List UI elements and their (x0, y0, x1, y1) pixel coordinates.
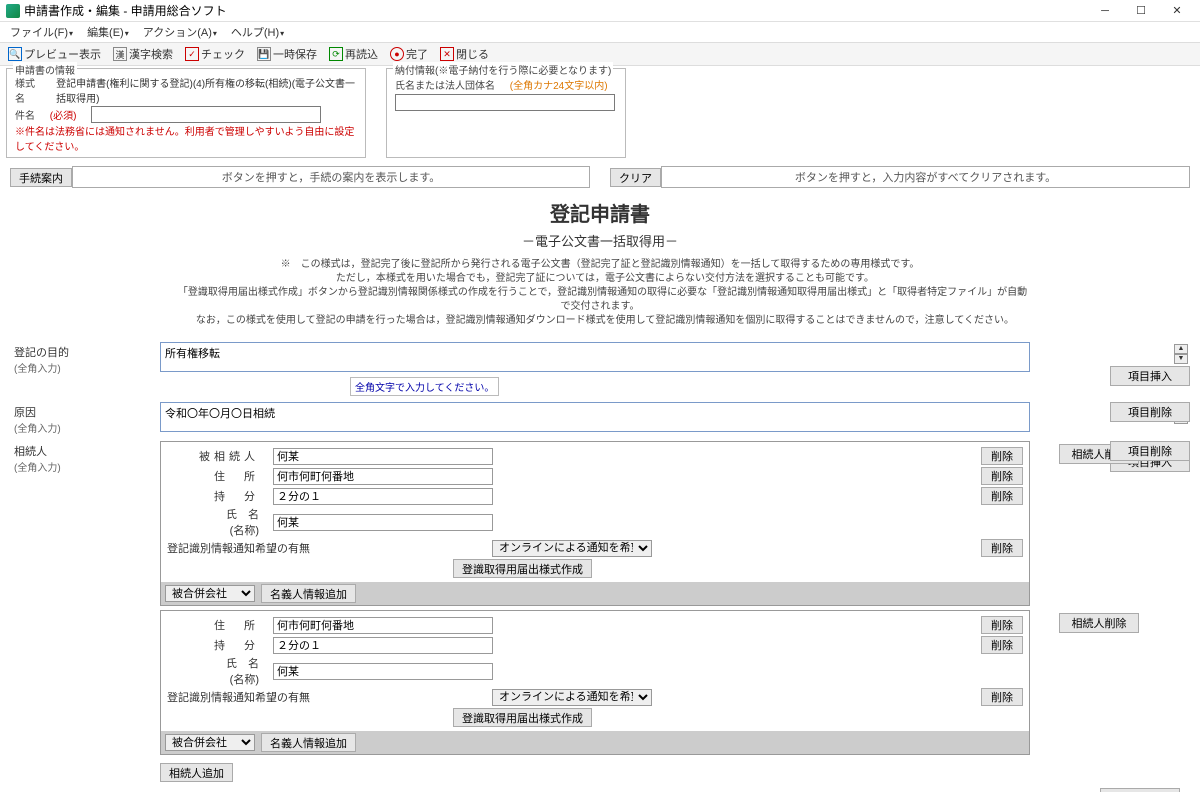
merge-select[interactable]: 被合併会社 (165, 734, 255, 751)
share-input[interactable] (273, 488, 493, 505)
menu-action[interactable]: アクション(A)▾ (137, 22, 223, 42)
name-input[interactable] (273, 514, 493, 531)
menu-help[interactable]: ヘルプ(H)▾ (225, 22, 290, 42)
insert-item-button[interactable]: 項目挿入 (1110, 366, 1190, 386)
addr-input[interactable] (273, 468, 493, 485)
menu-file[interactable]: ファイル(F)▾ (4, 22, 79, 42)
name-input[interactable] (273, 663, 493, 680)
document-subtitle: －電子公文書一括取得用－ (10, 231, 1190, 250)
kanji-search-button[interactable]: 漢漢字検索 (109, 45, 177, 63)
delete-item-button[interactable]: 項目削除 (1110, 402, 1190, 422)
clear-button[interactable]: クリア (610, 168, 661, 187)
purpose-textarea[interactable] (160, 342, 1030, 372)
heir-card-2: 相続人削除 住 所削除 持 分削除 氏 名(名称) 登記識別情報通知希望の有無オ… (160, 610, 1030, 755)
preview-button[interactable]: 🔍プレビュー表示 (4, 45, 105, 63)
close-button[interactable]: ✕閉じる (436, 45, 493, 63)
reload-button[interactable]: ⟳再読込 (325, 45, 382, 63)
maximize-button[interactable]: ☐ (1124, 1, 1158, 21)
app-icon (6, 4, 20, 18)
row-delete-button[interactable]: 削除 (981, 467, 1023, 485)
complete-button[interactable]: ●完了 (386, 45, 432, 63)
insert-item-button[interactable]: 項目挿入 (1100, 788, 1180, 792)
row-delete-button[interactable]: 削除 (981, 616, 1023, 634)
delete-item-button[interactable]: 項目削除 (1110, 441, 1190, 461)
row-delete-button[interactable]: 削除 (981, 539, 1023, 557)
row-delete-button[interactable]: 削除 (981, 636, 1023, 654)
application-info-box: 申請書の情報 様式名 登記申請書(権利に関する登記)(4)所有権の移転(相続)(… (6, 68, 366, 158)
payment-info-box: 納付情報(※電子納付を行う際に必要となります) 氏名または法人団体名 (全角カナ… (386, 68, 626, 158)
row-delete-button[interactable]: 削除 (981, 487, 1023, 505)
addr-input[interactable] (273, 617, 493, 634)
spin-down[interactable]: ▼ (1174, 354, 1188, 364)
form-create-button[interactable]: 登識取得用届出様式作成 (453, 708, 592, 727)
notice-select[interactable]: オンラインによる通知を希望する (492, 540, 652, 557)
check-button[interactable]: ✓チェック (181, 45, 249, 63)
row-delete-button[interactable]: 削除 (981, 688, 1023, 706)
notice-select[interactable]: オンラインによる通知を希望する (492, 689, 652, 706)
party-name-input[interactable] (395, 94, 615, 111)
cause-textarea[interactable] (160, 402, 1030, 432)
guide-button[interactable]: 手続案内 (10, 168, 72, 187)
close-window-button[interactable]: ✕ (1160, 1, 1194, 21)
document-title: 登記申請書 (10, 198, 1190, 227)
add-holder-button[interactable]: 名義人情報追加 (261, 733, 356, 752)
heir-card-1: 相続人削除 被相続人削除 住 所削除 持 分削除 氏 名(名称) 登記識別情報通… (160, 441, 1030, 606)
minimize-button[interactable]: ─ (1088, 1, 1122, 21)
share-input[interactable] (273, 637, 493, 654)
decedent-input[interactable] (273, 448, 493, 465)
tempsave-button[interactable]: 💾一時保存 (253, 45, 321, 63)
row-delete-button[interactable]: 削除 (981, 447, 1023, 465)
menu-edit[interactable]: 編集(E)▾ (81, 22, 135, 42)
add-holder-button[interactable]: 名義人情報追加 (261, 584, 356, 603)
spin-up[interactable]: ▲ (1174, 344, 1188, 354)
window-title: 申請書作成・編集 - 申請用総合ソフト (24, 2, 1088, 19)
merge-select[interactable]: 被合併会社 (165, 585, 255, 602)
heir-add-button[interactable]: 相続人追加 (160, 763, 233, 782)
form-create-button[interactable]: 登識取得用届出様式作成 (453, 559, 592, 578)
reference-name-input[interactable] (91, 106, 321, 123)
document-note: ※ この様式は，登記完了後に登記所から発行される電子公文書（登記完了証と登記識別… (10, 258, 1190, 328)
heir-delete-button[interactable]: 相続人削除 (1059, 613, 1139, 633)
